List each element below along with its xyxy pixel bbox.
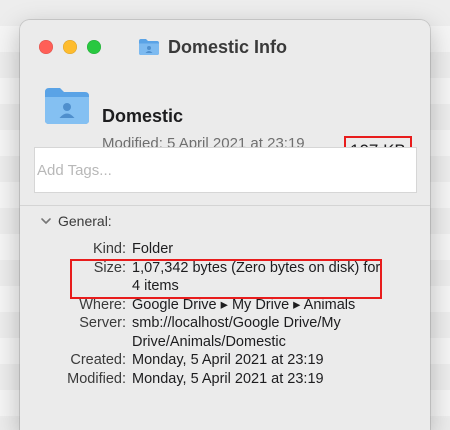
server-value: smb://localhost/Google Drive/My Drive/An… [132,315,341,350]
section-divider [20,205,430,206]
shared-folder-icon [45,88,89,124]
general-info-list: Kind: Folder Size: 1,07,342 bytes (Zero … [20,240,430,388]
close-button[interactable] [39,40,53,54]
where-label: Where: [79,296,126,313]
chevron-down-icon [41,218,51,224]
created-label: Created: [70,352,126,368]
modified-label: Modified: [67,370,126,387]
server-row: Server: smb://localhost/Google Drive/My … [20,314,430,351]
minimize-button[interactable] [63,40,77,54]
created-value: Monday, 5 April 2021 at 23:19 [132,352,324,368]
modified-value: Monday, 5 April 2021 at 23:19 [132,370,324,387]
size-value: 1,07,342 bytes (Zero bytes on disk) for … [132,259,381,295]
modified-row: Modified: Monday, 5 April 2021 at 23:19 [20,370,430,389]
server-label: Server: [79,315,126,331]
zoom-button[interactable] [87,40,101,54]
kind-label: Kind: [92,241,126,257]
kind-value: Folder [132,241,174,257]
file-name: Domestic [102,106,184,126]
size-row: Size: 1,07,342 bytes (Zero bytes on disk… [20,259,430,296]
window-title-group: Domestic Info [138,35,287,59]
where-row: Where: Google Drive ▸ My Drive ▸ Animals [20,296,430,315]
kind-row: Kind: Folder [20,240,430,259]
file-header: Domestic Modified: 5 April 2021 at 23:19… [20,72,430,166]
tags-input[interactable] [34,147,417,193]
general-section-label: General: [58,213,112,229]
folder-icon [139,39,159,55]
window-title: Domestic Info [168,36,288,57]
where-value: Google Drive ▸ My Drive ▸ Animals [132,296,356,313]
general-section-toggle[interactable]: General: [40,210,112,232]
size-label: Size: [93,259,126,276]
created-row: Created: Monday, 5 April 2021 at 23:19 [20,351,430,370]
title-bar[interactable]: Domestic Info [20,20,430,72]
info-window: Domestic Info Domestic Modified: 5 April… [20,20,430,430]
